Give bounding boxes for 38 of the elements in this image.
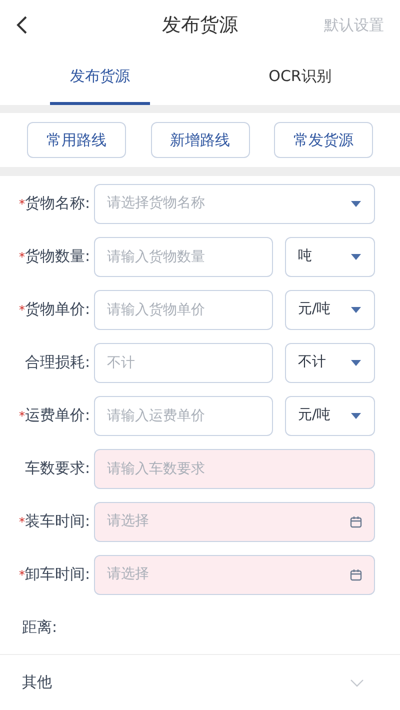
required-mark: * (18, 408, 25, 424)
route-button[interactable]: 常发货源 (274, 122, 373, 158)
field-label: 装车时间: (24, 511, 90, 532)
tab[interactable]: OCR识别 (250, 50, 350, 105)
required-mark: * (18, 248, 25, 266)
field-label: 卸车时间: (24, 564, 90, 586)
field-label: 货物单价: (24, 299, 90, 320)
dropdown-caret-icon (350, 358, 362, 366)
field-label: 车数要求: (24, 458, 90, 480)
unit-select[interactable]: 元/吨 (285, 396, 375, 436)
dropdown-caret-icon (350, 412, 362, 420)
route-button[interactable]: 新增路线 (150, 122, 250, 158)
input-field[interactable]: 不计 (94, 342, 273, 382)
required-mark: * (18, 566, 25, 584)
unit-select[interactable]: 吨 (285, 236, 375, 276)
input-field[interactable]: 请输入货物单价 (94, 290, 273, 330)
required-mark: * (18, 514, 25, 530)
input-field[interactable]: 请输入车数要求 (94, 448, 375, 488)
route-button[interactable]: 常用路线 (27, 122, 126, 158)
field-label: 合理损耗: (24, 352, 90, 374)
required-mark: * (18, 196, 25, 212)
calendar-icon (350, 516, 362, 528)
field-label: 距离: (22, 617, 58, 638)
calendar-icon (350, 568, 362, 580)
page-title: 发布货源 (162, 12, 238, 38)
input-field[interactable]: 请输入运费单价 (94, 396, 273, 436)
unit-select[interactable]: 元/吨 (285, 290, 375, 330)
dropdown-caret-icon (350, 200, 362, 208)
unit-select[interactable]: 不计 (285, 342, 375, 382)
field-label: 货物数量: (24, 246, 90, 268)
required-mark: * (18, 302, 25, 318)
dropdown-caret-icon (350, 252, 362, 260)
section-label: 其他 (22, 672, 52, 694)
back-icon[interactable] (16, 15, 28, 35)
field-label: 货物名称: (24, 193, 90, 214)
field-label: 运费单价: (24, 405, 90, 426)
dropdown-caret-icon (350, 306, 362, 314)
input-field[interactable]: 请输入货物数量 (94, 236, 273, 276)
